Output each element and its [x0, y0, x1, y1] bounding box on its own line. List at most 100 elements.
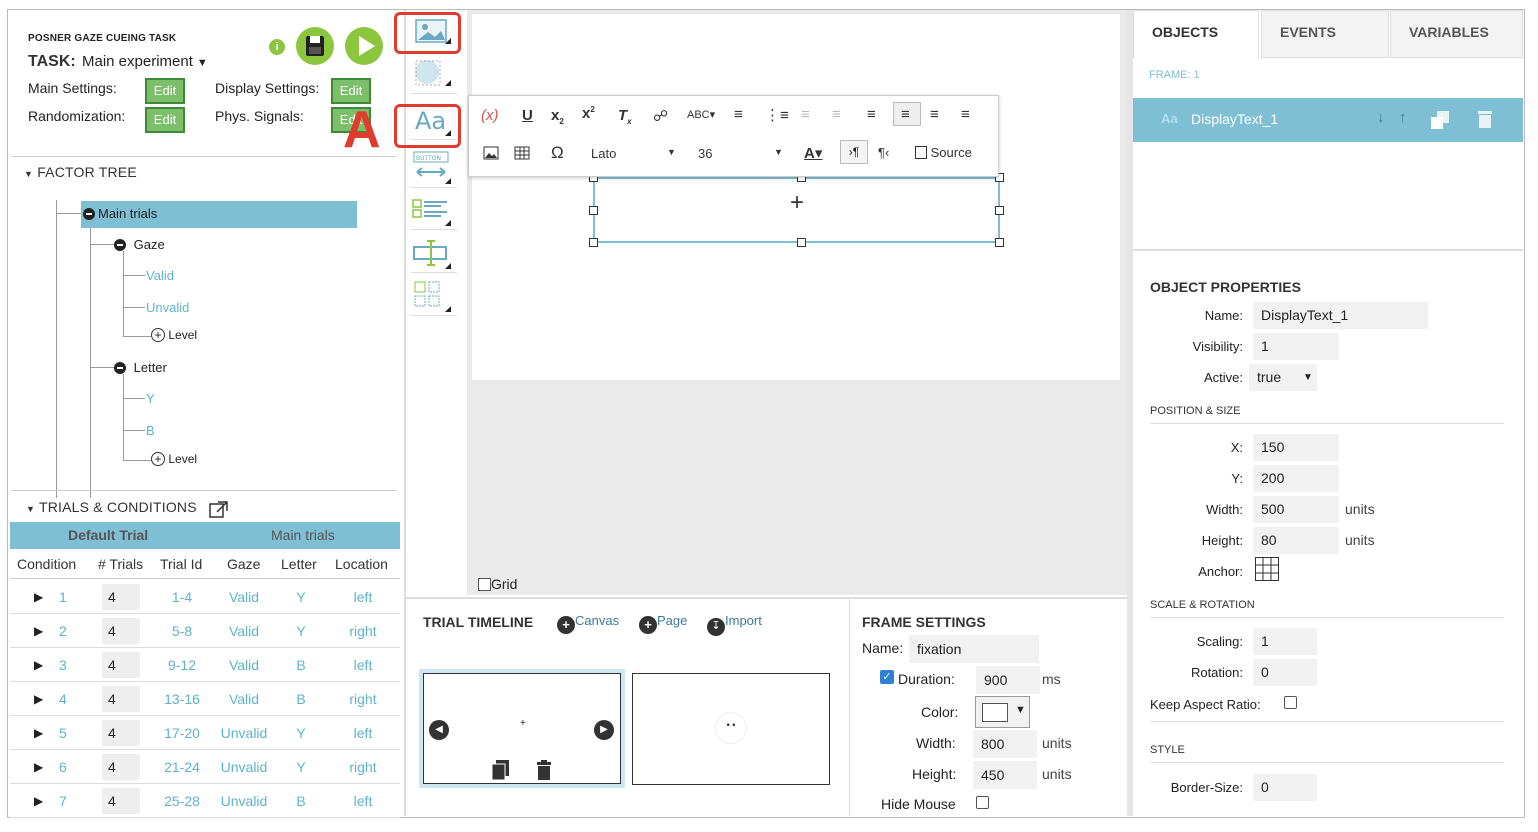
- add-level-gaze[interactable]: + Level: [151, 328, 197, 342]
- add-input-tool[interactable]: [411, 233, 457, 273]
- tree-node-main-trials[interactable]: Main trials: [81, 201, 357, 228]
- font-select[interactable]: Lato ▼: [583, 143, 679, 165]
- outdent-icon[interactable]: ≡: [801, 106, 810, 123]
- align-center-button[interactable]: ≡: [893, 102, 921, 126]
- expand-row-icon[interactable]: ▶: [34, 794, 43, 808]
- prop-active-select[interactable]: true ▼: [1249, 364, 1317, 391]
- align-left-icon[interactable]: ≡: [867, 106, 876, 123]
- tab-objects[interactable]: OBJECTS: [1133, 10, 1259, 58]
- resize-handle[interactable]: [995, 206, 1004, 215]
- prop-name-input[interactable]: DisplayText_1: [1253, 302, 1428, 329]
- table-row[interactable]: ▶ 4 4 13-16 Valid Bright: [10, 682, 400, 716]
- duration-checkbox[interactable]: ✓: [880, 670, 894, 684]
- numbered-list-icon[interactable]: ≡: [734, 106, 743, 123]
- link-icon[interactable]: ☍: [653, 107, 668, 125]
- frame-thumb-selected[interactable]: ◀ ▶ +: [419, 669, 625, 788]
- cell-trials-input[interactable]: 4: [102, 754, 140, 780]
- superscript-icon[interactable]: x2: [582, 105, 595, 122]
- rtl-icon[interactable]: ¶‹: [878, 145, 889, 160]
- group-default-trial[interactable]: Default Trial: [68, 527, 148, 543]
- align-right-icon[interactable]: ≡: [930, 106, 939, 123]
- special-char-icon[interactable]: Ω: [551, 143, 564, 163]
- move-right-icon[interactable]: ▶: [594, 720, 614, 740]
- frame-thumb[interactable]: • •: [632, 673, 830, 785]
- object-list-item[interactable]: Aa DisplayText_1 ↓ ↑: [1133, 98, 1523, 142]
- randomization-edit-button[interactable]: Edit: [145, 107, 185, 133]
- frame-height-input[interactable]: 450: [973, 761, 1037, 789]
- cell-trials-input[interactable]: 4: [102, 652, 140, 678]
- trials-header[interactable]: ▼ TRIALS & CONDITIONS: [26, 499, 197, 515]
- copy-icon[interactable]: [491, 760, 510, 785]
- bullet-list-icon[interactable]: ⋮≡: [765, 106, 789, 124]
- external-link-icon[interactable]: [208, 499, 230, 524]
- anchor-grid-icon[interactable]: [1255, 557, 1279, 586]
- level-b[interactable]: B: [146, 423, 155, 438]
- table-row[interactable]: ▶ 6 4 21-24 Unvalid Yright: [10, 750, 400, 784]
- prop-scaling-input[interactable]: 1: [1253, 628, 1317, 655]
- expand-row-icon[interactable]: ▶: [34, 590, 43, 604]
- tab-variables[interactable]: VARIABLES: [1390, 10, 1523, 58]
- group-main-trials[interactable]: Main trials: [271, 527, 335, 543]
- aspect-ratio-checkbox[interactable]: [1284, 696, 1297, 709]
- prop-height-input[interactable]: 80: [1253, 527, 1339, 554]
- subscript-icon[interactable]: x2: [551, 107, 564, 126]
- frame-width-input[interactable]: 800: [973, 730, 1037, 758]
- factor-tree-header[interactable]: ▼ FACTOR TREE: [24, 164, 137, 180]
- text-color-icon[interactable]: A▾: [804, 144, 822, 162]
- import-button[interactable]: ↧ Import: [707, 613, 762, 636]
- remove-format-icon[interactable]: Tx: [618, 107, 632, 126]
- cell-trials-input[interactable]: 4: [102, 584, 140, 610]
- play-button[interactable]: [345, 27, 383, 65]
- trash-icon[interactable]: [536, 760, 552, 785]
- add-page-button[interactable]: + Page: [639, 613, 687, 634]
- duplicate-icon[interactable]: [1429, 109, 1451, 136]
- expand-row-icon[interactable]: ▶: [34, 658, 43, 672]
- resize-handle[interactable]: [589, 206, 598, 215]
- expand-row-icon[interactable]: ▶: [34, 624, 43, 638]
- level-valid[interactable]: Valid: [146, 268, 174, 283]
- prop-x-input[interactable]: 150: [1253, 434, 1339, 461]
- expand-row-icon[interactable]: ▶: [34, 726, 43, 740]
- ltr-icon[interactable]: ›¶: [840, 140, 868, 164]
- add-level-letter[interactable]: + Level: [151, 452, 197, 466]
- underline-icon[interactable]: U: [522, 107, 533, 124]
- table-row[interactable]: ▶ 5 4 17-20 Unvalid Yleft: [10, 716, 400, 750]
- table-icon[interactable]: [514, 146, 530, 165]
- resize-handle[interactable]: [995, 238, 1004, 247]
- resize-handle[interactable]: [589, 238, 598, 247]
- add-button-tool[interactable]: BUTTON: [411, 148, 457, 188]
- move-up-icon[interactable]: ↑: [1399, 109, 1407, 126]
- prop-rotation-input[interactable]: 0: [1253, 659, 1317, 686]
- cell-trials-input[interactable]: 4: [102, 788, 140, 814]
- font-size-select[interactable]: 36 ▼: [690, 143, 786, 165]
- prop-width-input[interactable]: 500: [1253, 496, 1339, 523]
- cell-trials-input[interactable]: 4: [102, 686, 140, 712]
- prop-y-input[interactable]: 200: [1253, 465, 1339, 492]
- prop-visibility-input[interactable]: 1: [1253, 333, 1339, 360]
- task-select[interactable]: Main experiment ▼: [82, 53, 212, 75]
- add-grid-tool[interactable]: [411, 276, 457, 316]
- spellcheck-icon[interactable]: ABC▾: [687, 108, 715, 121]
- move-down-icon[interactable]: ↓: [1377, 109, 1385, 126]
- factor-gaze[interactable]: Gaze: [114, 237, 165, 252]
- grid-toggle[interactable]: Grid: [478, 576, 517, 592]
- justify-icon[interactable]: ≡: [961, 106, 970, 123]
- move-left-icon[interactable]: ◀: [429, 720, 449, 740]
- factor-letter[interactable]: Letter: [114, 360, 167, 375]
- table-row[interactable]: ▶ 3 4 9-12 Valid Bleft: [10, 648, 400, 682]
- insert-image-icon[interactable]: [483, 146, 499, 165]
- save-button[interactable]: [296, 27, 334, 65]
- delete-icon[interactable]: [1477, 109, 1493, 134]
- grid-checkbox[interactable]: [478, 578, 491, 591]
- hide-mouse-checkbox[interactable]: [976, 796, 989, 809]
- table-row[interactable]: ▶ 1 4 1-4 Valid Yleft: [10, 580, 400, 614]
- main-settings-edit-button[interactable]: Edit: [145, 78, 185, 104]
- indent-icon[interactable]: ≡: [832, 106, 841, 123]
- prop-border-input[interactable]: 0: [1253, 774, 1317, 801]
- cell-trials-input[interactable]: 4: [102, 720, 140, 746]
- add-canvas-button[interactable]: + Canvas: [557, 613, 619, 634]
- color-picker[interactable]: ▼: [975, 696, 1030, 728]
- duration-input[interactable]: 900: [976, 666, 1040, 694]
- expand-row-icon[interactable]: ▶: [34, 760, 43, 774]
- cell-trials-input[interactable]: 4: [102, 618, 140, 644]
